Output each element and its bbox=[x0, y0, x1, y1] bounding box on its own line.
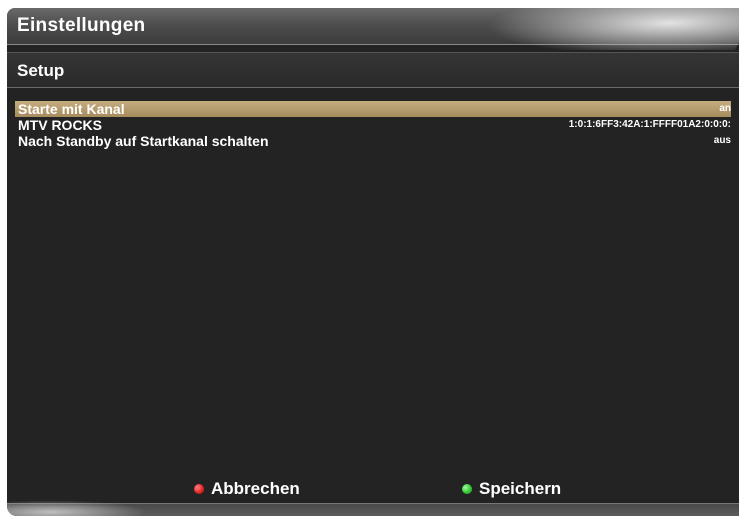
title-bar: Einstellungen bbox=[7, 8, 739, 50]
setting-value: 1:0:1:6FF3:42A:1:FFFF01A2:0:0:0: bbox=[568, 119, 731, 130]
setting-value: an bbox=[719, 103, 731, 114]
title-bar-swoosh-decoration bbox=[475, 8, 739, 50]
section-title: Setup bbox=[17, 61, 65, 80]
red-dot-icon bbox=[194, 483, 204, 494]
cancel-button[interactable]: Abbrechen bbox=[194, 477, 300, 501]
setting-row-channel[interactable]: MTV ROCKS 1:0:1:6FF3:42A:1:FFFF01A2:0:0:… bbox=[15, 117, 731, 133]
cancel-button-label: Abbrechen bbox=[211, 479, 300, 498]
bottom-bar-swoosh-decoration bbox=[7, 500, 147, 516]
setting-label: MTV ROCKS bbox=[18, 117, 102, 133]
settings-list: Starte mit Kanal an MTV ROCKS 1:0:1:6FF3… bbox=[15, 101, 731, 149]
setting-value: aus bbox=[713, 135, 731, 146]
green-dot-icon bbox=[462, 483, 472, 494]
bottom-bar bbox=[7, 500, 739, 516]
setting-label: Nach Standby auf Startkanal schalten bbox=[18, 133, 269, 149]
setting-row-standby-start-channel[interactable]: Nach Standby auf Startkanal schalten aus bbox=[15, 133, 731, 149]
setting-label: Starte mit Kanal bbox=[18, 101, 125, 117]
settings-window: Einstellungen Setup Starte mit Kanal an … bbox=[7, 8, 739, 516]
save-button[interactable]: Speichern bbox=[462, 477, 561, 501]
save-button-label: Speichern bbox=[479, 479, 562, 498]
setting-row-start-channel[interactable]: Starte mit Kanal an bbox=[15, 101, 731, 117]
section-header: Setup bbox=[7, 52, 739, 88]
window-title: Einstellungen bbox=[17, 15, 146, 36]
button-bar: Abbrechen Speichern bbox=[7, 474, 739, 502]
